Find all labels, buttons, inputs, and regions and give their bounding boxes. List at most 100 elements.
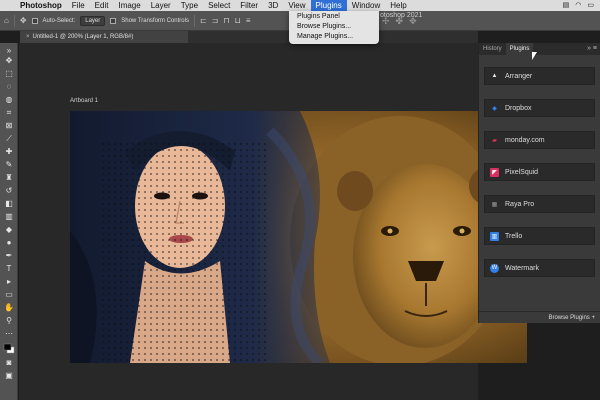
panel-tabs: History Plugins » ≡ (479, 43, 600, 55)
browse-plugins-button[interactable]: Browse Plugins + (479, 311, 600, 323)
divider (193, 14, 195, 27)
plugin-label: Arranger (505, 72, 533, 80)
menu-layer[interactable]: Layer (146, 0, 176, 11)
menu-edit[interactable]: Edit (90, 0, 114, 11)
show-transform-checkbox[interactable] (110, 17, 117, 24)
move-tool-icon[interactable]: ✥ (20, 16, 27, 25)
menu-plugins[interactable]: Plugins (310, 0, 347, 11)
plugin-watermark[interactable]: W Watermark (484, 259, 595, 277)
plugin-pixelsquid[interactable]: ◤ PixelSquid (484, 163, 595, 181)
menu-help[interactable]: Help (385, 0, 411, 11)
move-tool-icon[interactable]: ✥ (3, 55, 15, 66)
hand-tool-icon[interactable]: ✋ (3, 302, 15, 313)
quick-select-tool-icon[interactable]: ◍ (3, 94, 15, 105)
eyedropper-tool-icon[interactable]: ⟋ (3, 133, 15, 144)
plugin-label: Dropbox (505, 104, 532, 112)
wifi-icon[interactable]: ◠ (575, 0, 581, 11)
menu-image[interactable]: Image (113, 0, 145, 11)
healing-brush-tool-icon[interactable]: ✚ (3, 146, 15, 157)
mouse-cursor (532, 52, 537, 60)
menu-filter[interactable]: Filter (235, 0, 263, 11)
monday-icon: ▰ (492, 137, 497, 144)
raya-pro-icon: ▦ (491, 201, 498, 208)
window-title: otoshop 2021 (380, 12, 423, 19)
home-icon[interactable]: ⌂ (4, 16, 9, 25)
menu-type[interactable]: Type (176, 0, 203, 11)
menu-bar: Photoshop File Edit Image Layer Type Sel… (0, 0, 600, 11)
photoshop-window: Photoshop File Edit Image Layer Type Sel… (0, 0, 600, 400)
arranger-icon: ▲ (491, 73, 498, 79)
document-tab-bar: × Untitled-1 @ 200% (Layer 1, RGB/8#) (20, 31, 478, 43)
divider (13, 14, 15, 27)
tab-history[interactable]: History (479, 43, 506, 55)
crop-tool-icon[interactable]: ⌗ (3, 107, 15, 118)
screen-mode-icon[interactable]: ▣ (3, 370, 15, 381)
align-top-icon[interactable]: ⊔ (235, 16, 241, 25)
layer-select[interactable]: Layer (80, 15, 106, 26)
align-right-icon[interactable]: ⊓ (223, 16, 229, 25)
show-transform-label: Show Transform Controls (121, 17, 189, 24)
plus-icon: + (591, 315, 595, 321)
blur-tool-icon[interactable]: ◆ (3, 224, 15, 235)
plugin-label: monday.com (505, 136, 545, 144)
plugin-label: Watermark (505, 264, 539, 272)
menu-item-plugins-panel[interactable]: Plugins Panel (289, 12, 379, 22)
gradient-tool-icon[interactable]: ▥ (3, 211, 15, 222)
menu-item-browse-plugins[interactable]: Browse Plugins... (289, 22, 379, 32)
type-tool-icon[interactable]: T (3, 263, 15, 274)
control-center-icon[interactable]: ▤ (563, 0, 570, 11)
menu-item-manage-plugins[interactable]: Manage Plugins... (289, 32, 379, 42)
dropbox-icon: ◆ (492, 105, 497, 112)
frame-tool-icon[interactable]: ⊠ (3, 120, 15, 131)
plugin-monday[interactable]: ▰ monday.com (484, 131, 595, 149)
status-area: ▤ ◠ ▭ (563, 0, 600, 11)
pen-tool-icon[interactable]: ✒ (3, 250, 15, 261)
zoom-tool-icon[interactable]: ⚲ (3, 315, 15, 326)
battery-icon[interactable]: ▭ (587, 0, 594, 11)
color-swatches-icon[interactable] (3, 343, 15, 354)
menu-window[interactable]: Window (347, 0, 385, 11)
more-tools-icon[interactable]: ⋯ (3, 328, 15, 339)
composite-image (70, 111, 527, 363)
menu-photoshop[interactable]: Photoshop (18, 0, 67, 11)
path-selection-tool-icon[interactable]: ▸ (3, 276, 15, 287)
plugin-label: Raya Pro (505, 200, 535, 208)
align-middle-icon[interactable]: ≡ (246, 16, 251, 25)
plugin-arranger[interactable]: ▲ Arranger (484, 67, 595, 85)
plugin-label: Trello (505, 232, 523, 240)
plugin-trello[interactable]: ▥ Trello (484, 227, 595, 245)
align-left-icon[interactable]: ⊏ (200, 16, 207, 25)
dodge-tool-icon[interactable]: ● (3, 237, 15, 248)
plugins-menu-dropdown: Plugins Panel Browse Plugins... Manage P… (289, 11, 379, 44)
browse-plugins-label: Browse Plugins (548, 315, 590, 321)
artboard-image[interactable] (70, 111, 527, 363)
trello-icon: ▥ (490, 231, 499, 241)
artboard-label: Artboard 1 (70, 98, 99, 104)
lasso-tool-icon[interactable]: ◌ (3, 81, 15, 92)
tab-plugins[interactable]: Plugins (505, 43, 534, 55)
menu-view[interactable]: View (283, 0, 310, 11)
brush-tool-icon[interactable]: ✎ (3, 159, 15, 170)
document-tab[interactable]: × Untitled-1 @ 200% (Layer 1, RGB/8#) (20, 31, 188, 43)
plugin-raya-pro[interactable]: ▦ Raya Pro (484, 195, 595, 213)
align-center-icon[interactable]: ⊐ (212, 16, 219, 25)
auto-select-checkbox[interactable] (31, 17, 38, 24)
document-tab-title: Untitled-1 @ 200% (Layer 1, RGB/8#) (32, 34, 134, 40)
menu-file[interactable]: File (67, 0, 90, 11)
history-brush-tool-icon[interactable]: ↺ (3, 185, 15, 196)
pixelsquid-icon: ◤ (490, 167, 499, 177)
watermark-icon: W (490, 263, 499, 273)
marquee-tool-icon[interactable]: ⬚ (3, 68, 15, 79)
plugin-label: PixelSquid (505, 168, 539, 176)
panel-menu-icon[interactable]: » ≡ (587, 43, 600, 55)
rectangle-tool-icon[interactable]: ▭ (3, 289, 15, 300)
plugin-dropbox[interactable]: ◆ Dropbox (484, 99, 595, 117)
eraser-tool-icon[interactable]: ◧ (3, 198, 15, 209)
menu-3d[interactable]: 3D (263, 0, 283, 11)
menu-select[interactable]: Select (203, 0, 235, 11)
close-icon[interactable]: × (26, 34, 30, 40)
quick-mask-icon[interactable]: ◙ (3, 357, 15, 368)
clone-stamp-tool-icon[interactable]: ♜ (3, 172, 15, 183)
plugins-panel: History Plugins » ≡ ▲ Arranger ◆ Dropbox… (478, 43, 600, 323)
auto-select-label: Auto-Select: (42, 17, 76, 24)
